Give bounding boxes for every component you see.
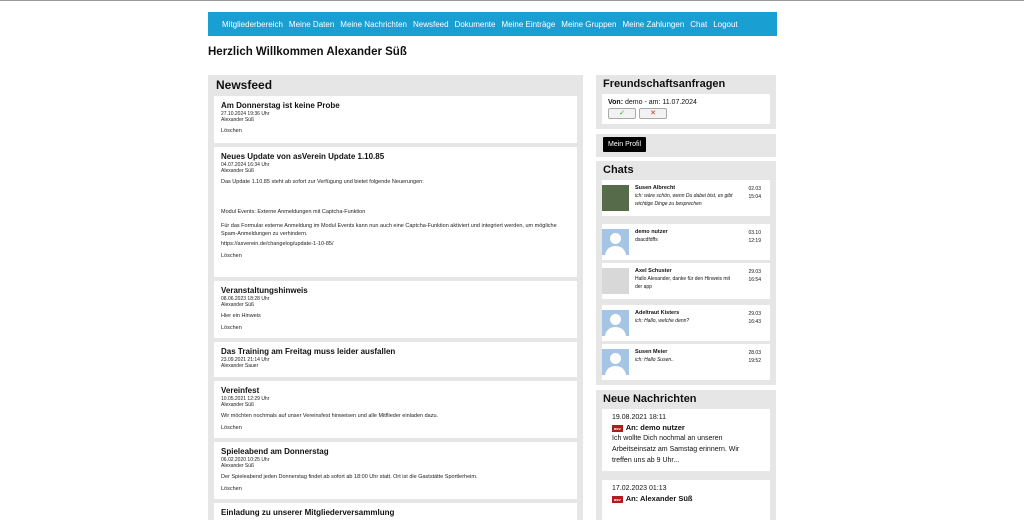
delete-link[interactable]: Löschen xyxy=(221,253,570,259)
message-date: 19.08.2021 18:11 xyxy=(612,414,666,421)
nav-newsfeed[interactable]: Newsfeed xyxy=(413,20,449,29)
nav-meine-eintraege[interactable]: Meine Einträge xyxy=(501,20,555,29)
chat-preview: ich: Hallo, welche denn? xyxy=(635,318,690,324)
chat-date: 28.03 19:52 xyxy=(748,350,761,364)
friend-requests-title: Freundschaftsanfragen xyxy=(603,78,726,90)
new-messages-panel: Neue Nachrichten 19.08.2021 18:11 asv An:… xyxy=(596,390,776,520)
from-label: Von: xyxy=(608,99,624,106)
message-card[interactable]: 19.08.2021 18:11 asv An: demo nutzer Ich … xyxy=(602,409,770,471)
post-author: Alexander Süß xyxy=(221,117,255,123)
app-badge-icon: asv xyxy=(612,495,623,503)
app-badge-icon: asv xyxy=(612,424,623,432)
chat-preview: dsacdfdffs xyxy=(635,237,658,243)
chat-date: 29.03 16:43 xyxy=(748,311,761,325)
news-post: Veranstaltungshinweis 08.06.2023 18:28 U… xyxy=(214,281,577,338)
nav-mitgliederbereich[interactable]: Mitgliederbereich xyxy=(222,20,283,29)
message-recipient: asv An: Alexander Süß xyxy=(612,494,693,503)
post-body-line: Modul Events: Externe Anmeldungen mit Ca… xyxy=(221,209,366,215)
avatar xyxy=(602,268,629,294)
chat-preview: ich: wäre schön, wenn Du dabei bist, es … xyxy=(635,193,733,207)
message-date: 17.02.2023 01:13 xyxy=(612,485,667,492)
post-author: Alexander Süß xyxy=(221,168,255,174)
chat-item[interactable]: Axel Schuster Hallo Alexander, danke für… xyxy=(602,263,770,299)
post-title: Vereinfest xyxy=(221,386,260,395)
post-title: Am Donnerstag ist keine Probe xyxy=(221,101,340,110)
post-author: Alexander Süß xyxy=(221,463,255,469)
post-author: Alexander Süß xyxy=(221,302,255,308)
newsfeed-title: Newsfeed xyxy=(216,78,273,92)
delete-link[interactable]: Löschen xyxy=(221,325,570,331)
chat-name: Adeltraut Kisters xyxy=(635,310,680,316)
post-title: Veranstaltungshinweis xyxy=(221,286,308,295)
my-profile-button[interactable]: Mein Profil xyxy=(603,137,647,152)
nav-meine-nachrichten[interactable]: Meine Nachrichten xyxy=(340,20,407,29)
top-border xyxy=(0,0,1024,1)
welcome-heading: Herzlich Willkommen Alexander Süß xyxy=(208,46,407,58)
message-card[interactable]: 17.02.2023 01:13 asv An: Alexander Süß xyxy=(602,480,770,520)
post-title: Das Training am Freitag muss leider ausf… xyxy=(221,347,396,356)
chat-date: 03.10 12:19 xyxy=(748,230,761,244)
chat-preview: Hallo Alexander, danke für den Hinweis m… xyxy=(635,276,731,290)
avatar xyxy=(602,229,629,255)
post-title: Einladung zu unserer Mitgliederversammlu… xyxy=(221,508,395,517)
friend-request: Von: demo - am: 11.07.2024 ✓ ✕ xyxy=(602,94,770,124)
chat-name: Susen Albrecht xyxy=(635,185,676,191)
chats-title: Chats xyxy=(603,164,634,176)
avatar xyxy=(602,310,629,336)
nav-meine-daten[interactable]: Meine Daten xyxy=(289,20,334,29)
message-recipient: asv An: demo nutzer xyxy=(612,423,685,432)
post-body-line: Das Update 1.10.85 steht ab sofort zur V… xyxy=(221,179,424,185)
news-post: Das Training am Freitag muss leider ausf… xyxy=(214,342,577,377)
nav-meine-zahlungen[interactable]: Meine Zahlungen xyxy=(622,20,684,29)
nav-chat[interactable]: Chat xyxy=(690,20,707,29)
post-title: Spieleabend am Donnerstag xyxy=(221,447,329,456)
delete-link[interactable]: Löschen xyxy=(221,425,570,431)
post-body-line: Der Spieleabend jeden Donnerstag findet … xyxy=(221,474,478,480)
nav-dokumente[interactable]: Dokumente xyxy=(455,20,496,29)
message-text: Ich wollte Dich nochmal an unseren Arbei… xyxy=(612,435,740,464)
chat-item[interactable]: Adeltraut Kisters ich: Hallo, welche den… xyxy=(602,305,770,341)
accept-button[interactable]: ✓ xyxy=(608,108,636,119)
post-author: Alexander Sauer xyxy=(221,363,259,369)
new-messages-title: Neue Nachrichten xyxy=(603,393,697,405)
chat-name: Susen Meier xyxy=(635,349,668,355)
news-post: Spieleabend am Donnerstag 06.02.2020 10:… xyxy=(214,442,577,499)
news-post: Neues Update von asVerein Update 1.10.85… xyxy=(214,147,577,277)
chat-preview: ich: Hallo Susen.. xyxy=(635,357,674,363)
delete-link[interactable]: Löschen xyxy=(221,486,570,492)
chat-item[interactable]: Susen Meier ich: Hallo Susen.. 28.03 19:5… xyxy=(602,344,770,380)
chat-name: Axel Schuster xyxy=(635,268,672,274)
reject-button[interactable]: ✕ xyxy=(639,108,667,119)
news-post: Einladung zu unserer Mitgliederversammlu… xyxy=(214,503,577,520)
news-post: Vereinfest 10.05.2021 12:29 Uhr Alexande… xyxy=(214,381,577,438)
avatar xyxy=(602,185,629,211)
post-body-line: Wir möchten nochmals auf unser Vereinsfe… xyxy=(221,413,439,419)
nav-logout[interactable]: Logout xyxy=(713,20,737,29)
chat-name: demo nutzer xyxy=(635,229,668,235)
avatar xyxy=(602,349,629,375)
chat-item[interactable]: demo nutzer dsacdfdffs 03.10 12:19 xyxy=(602,224,770,260)
post-author: Alexander Süß xyxy=(221,402,255,408)
news-post: Am Donnerstag ist keine Probe 27.10.2024… xyxy=(214,96,577,143)
post-link[interactable]: https://asverein.de/changelog/update-1-1… xyxy=(221,240,570,248)
post-body-line: Für das Formular externe Anmeldung im Mo… xyxy=(221,223,557,237)
delete-link[interactable]: Löschen xyxy=(221,128,570,134)
main-navigation: Mitgliederbereich Meine Daten Meine Nach… xyxy=(208,12,777,36)
newsfeed-panel: Newsfeed Am Donnerstag ist keine Probe 2… xyxy=(208,75,583,520)
post-body-line: Hier ein Hinweis xyxy=(221,313,261,319)
post-title: Neues Update von asVerein Update 1.10.85 xyxy=(221,152,385,161)
friend-requests-panel: Freundschaftsanfragen Von: demo - am: 11… xyxy=(596,75,776,129)
chat-date: 29.03 16:54 xyxy=(748,269,761,283)
from-text: demo - am: 11.07.2024 xyxy=(625,99,697,106)
chat-date: 02.03 15:04 xyxy=(748,186,761,200)
chat-item[interactable]: Susen Albrecht ich: wäre schön, wenn Du … xyxy=(602,180,770,216)
nav-meine-gruppen[interactable]: Meine Gruppen xyxy=(561,20,616,29)
